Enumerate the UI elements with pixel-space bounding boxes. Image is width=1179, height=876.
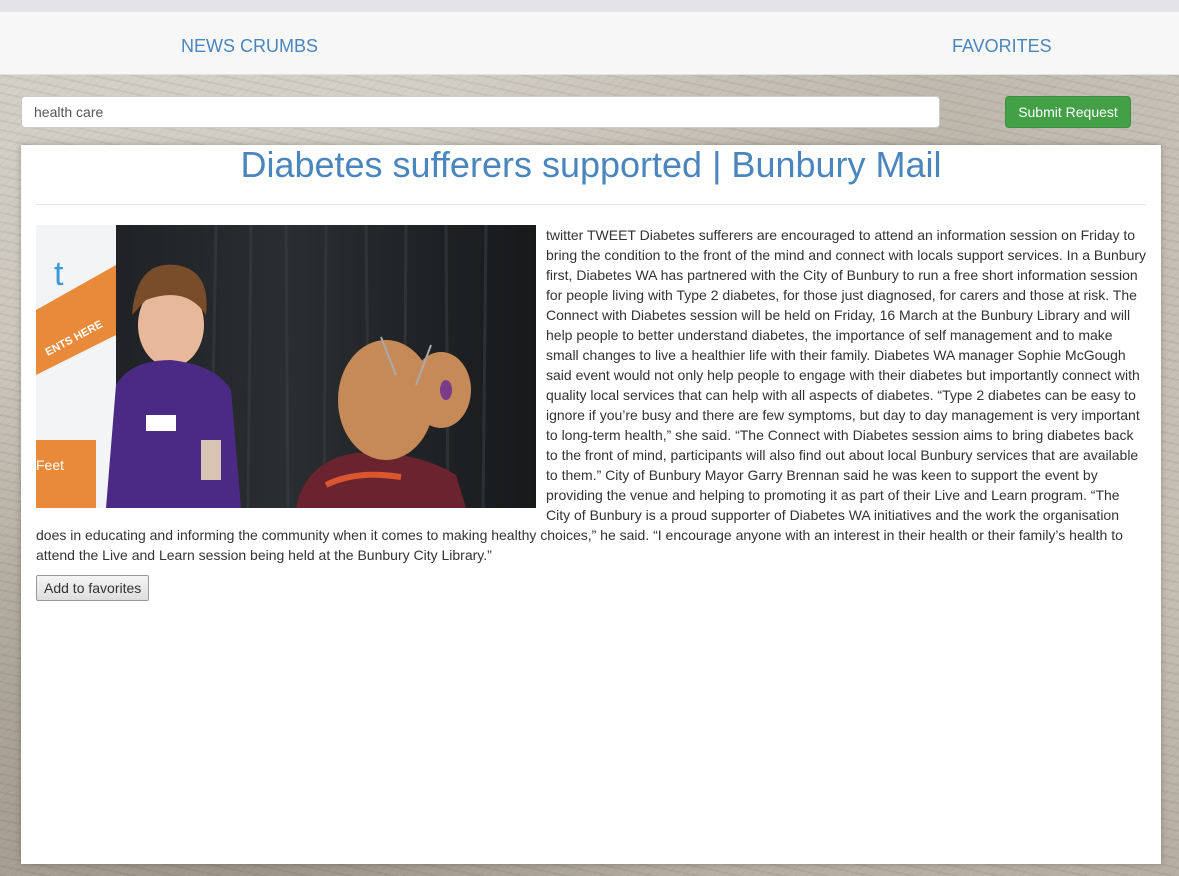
article-photo: t ENTS HERE Feet — [36, 225, 536, 508]
title-divider — [36, 204, 1146, 205]
add-to-favorites-button[interactable]: Add to favorites — [36, 575, 150, 601]
nav-favorites-link[interactable]: FAVORITES — [952, 36, 1052, 57]
svg-text:Feet: Feet — [36, 457, 64, 473]
search-input[interactable] — [21, 96, 940, 128]
nav-brand-link[interactable]: NEWS CRUMBS — [181, 36, 318, 57]
article-title: Diabetes sufferers supported | Bunbury M… — [240, 144, 942, 185]
article-panel: Diabetes sufferers supported | Bunbury M… — [21, 145, 1161, 864]
navbar: NEWS CRUMBS FAVORITES — [0, 12, 1179, 75]
article-body: t ENTS HERE Feet twitter TWEET Diabetes … — [36, 225, 1146, 601]
browser-top-strip — [0, 0, 1179, 12]
submit-request-button[interactable]: Submit Request — [1005, 96, 1131, 128]
article-image: t ENTS HERE Feet — [36, 225, 536, 508]
svg-text:t: t — [54, 255, 64, 293]
